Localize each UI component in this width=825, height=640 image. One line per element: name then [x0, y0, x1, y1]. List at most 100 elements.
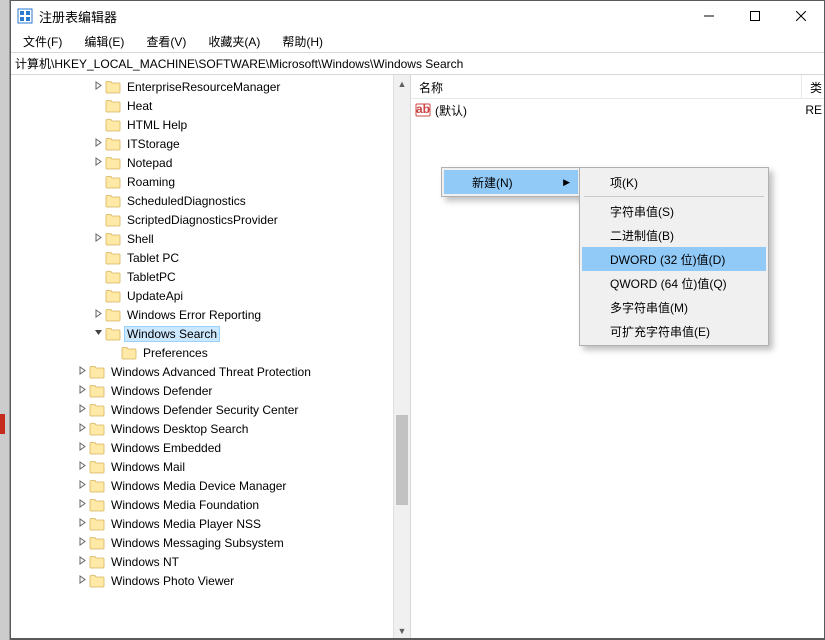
menu-edit[interactable]: 编辑(E): [78, 31, 130, 52]
expand-icon[interactable]: [75, 442, 89, 454]
expand-icon[interactable]: [75, 461, 89, 473]
submenu-key-label: 项(K): [610, 174, 638, 191]
close-button[interactable]: [778, 1, 824, 31]
folder-icon: [89, 479, 105, 493]
submenu-key[interactable]: 项(K): [582, 170, 766, 194]
tree-item[interactable]: TabletPC: [11, 267, 410, 286]
menu-view[interactable]: 查看(V): [140, 31, 192, 52]
tree-item[interactable]: Preferences: [11, 343, 410, 362]
folder-icon: [105, 156, 121, 170]
tree-item[interactable]: Windows Search: [11, 324, 410, 343]
submenu-expandstring[interactable]: 可扩充字符串值(E): [582, 319, 766, 343]
tree-item[interactable]: Windows Media Player NSS: [11, 514, 410, 533]
tree-vertical-scrollbar[interactable]: ▲ ▼: [393, 75, 410, 639]
submenu-string[interactable]: 字符串值(S): [582, 199, 766, 223]
registry-tree: EnterpriseResourceManagerHeat HTML Help IT…: [11, 75, 410, 592]
tree-item[interactable]: Roaming: [11, 172, 410, 191]
submenu-arrow-icon: ▶: [563, 177, 570, 188]
tree-item[interactable]: Windows Media Foundation: [11, 495, 410, 514]
tree-item[interactable]: Windows Defender Security Center: [11, 400, 410, 419]
folder-icon: [105, 251, 121, 265]
expand-icon[interactable]: [75, 404, 89, 416]
column-name[interactable]: 名称: [411, 75, 802, 98]
tree-item[interactable]: Windows Media Device Manager: [11, 476, 410, 495]
collapse-icon[interactable]: [91, 328, 105, 340]
svg-text:ab: ab: [416, 103, 430, 116]
tree-item[interactable]: EnterpriseResourceManager: [11, 77, 410, 96]
expand-icon[interactable]: [75, 556, 89, 568]
app-icon: [17, 8, 33, 24]
expand-icon[interactable]: [75, 423, 89, 435]
tree-scroll[interactable]: EnterpriseResourceManagerHeat HTML Help IT…: [11, 75, 410, 639]
tree-item[interactable]: Windows Error Reporting: [11, 305, 410, 324]
expand-icon[interactable]: [91, 157, 105, 169]
list-row-default[interactable]: ab (默认): [411, 101, 824, 119]
tree-item[interactable]: Windows Advanced Threat Protection: [11, 362, 410, 381]
minimize-button[interactable]: [686, 1, 732, 31]
tree-item-label: Windows Mail: [108, 459, 188, 475]
tree-item[interactable]: Windows Defender: [11, 381, 410, 400]
tree-item[interactable]: ScriptedDiagnosticsProvider: [11, 210, 410, 229]
folder-icon: [89, 536, 105, 550]
folder-icon: [105, 99, 121, 113]
tree-item[interactable]: Windows Messaging Subsystem: [11, 533, 410, 552]
tree-item-label: ITStorage: [124, 136, 183, 152]
column-type[interactable]: 类: [802, 75, 824, 98]
expand-icon[interactable]: [91, 81, 105, 93]
tree-item[interactable]: ScheduledDiagnostics: [11, 191, 410, 210]
tree-item[interactable]: Notepad: [11, 153, 410, 172]
tree-item[interactable]: UpdateApi: [11, 286, 410, 305]
submenu-binary[interactable]: 二进制值(B): [582, 223, 766, 247]
address-bar[interactable]: 计算机\HKEY_LOCAL_MACHINE\SOFTWARE\Microsof…: [11, 53, 824, 75]
expand-icon[interactable]: [75, 537, 89, 549]
content-area: EnterpriseResourceManagerHeat HTML Help IT…: [11, 75, 824, 639]
tree-item[interactable]: Windows Embedded: [11, 438, 410, 457]
maximize-button[interactable]: [732, 1, 778, 31]
tree-item-label: Preferences: [140, 345, 211, 361]
title-bar[interactable]: 注册表编辑器: [11, 1, 824, 31]
expand-icon[interactable]: [91, 138, 105, 150]
menu-favorites[interactable]: 收藏夹(A): [202, 31, 266, 52]
expand-icon[interactable]: [91, 233, 105, 245]
tree-item-label: Windows Messaging Subsystem: [108, 535, 287, 551]
tree-item[interactable]: ITStorage: [11, 134, 410, 153]
scroll-up-button[interactable]: ▲: [394, 75, 410, 92]
expand-icon[interactable]: [75, 518, 89, 530]
expand-icon[interactable]: [75, 366, 89, 378]
submenu-multistring[interactable]: 多字符串值(M): [582, 295, 766, 319]
tree-item-label: HTML Help: [124, 117, 190, 133]
window-bottom-border: [11, 638, 824, 639]
tree-item-label: Windows NT: [108, 554, 182, 570]
tree-item-label: Windows Error Reporting: [124, 307, 264, 323]
expand-icon[interactable]: [75, 385, 89, 397]
tree-item[interactable]: Windows Photo Viewer: [11, 571, 410, 590]
submenu-qword[interactable]: QWORD (64 位)值(Q): [582, 271, 766, 295]
tree-item[interactable]: Shell: [11, 229, 410, 248]
context-submenu-new: 项(K) 字符串值(S) 二进制值(B) DWORD (32 位)值(D) QW…: [579, 167, 769, 346]
folder-icon: [105, 213, 121, 227]
tree-item[interactable]: Tablet PC: [11, 248, 410, 267]
menu-file[interactable]: 文件(F): [17, 31, 68, 52]
tree-item-label: Tablet PC: [124, 250, 182, 266]
expand-icon[interactable]: [91, 309, 105, 321]
list-body[interactable]: ab (默认): [411, 99, 824, 121]
tree-item-label: Windows Media Foundation: [108, 497, 262, 513]
menu-help[interactable]: 帮助(H): [276, 31, 329, 52]
tree-item[interactable]: Heat: [11, 96, 410, 115]
tree-item[interactable]: Windows NT: [11, 552, 410, 571]
tree-item[interactable]: Windows Desktop Search: [11, 419, 410, 438]
folder-icon: [89, 365, 105, 379]
tree-item-label: TabletPC: [124, 269, 179, 285]
folder-icon: [89, 441, 105, 455]
submenu-dword[interactable]: DWORD (32 位)值(D): [582, 247, 766, 271]
folder-icon: [89, 384, 105, 398]
expand-icon[interactable]: [75, 480, 89, 492]
expand-icon[interactable]: [75, 575, 89, 587]
scroll-down-button[interactable]: ▼: [394, 622, 410, 639]
tree-item[interactable]: Windows Mail: [11, 457, 410, 476]
tree-item[interactable]: HTML Help: [11, 115, 410, 134]
context-menu-new[interactable]: 新建(N) ▶: [444, 170, 578, 194]
folder-icon: [105, 308, 121, 322]
scroll-thumb[interactable]: [396, 415, 408, 505]
expand-icon[interactable]: [75, 499, 89, 511]
